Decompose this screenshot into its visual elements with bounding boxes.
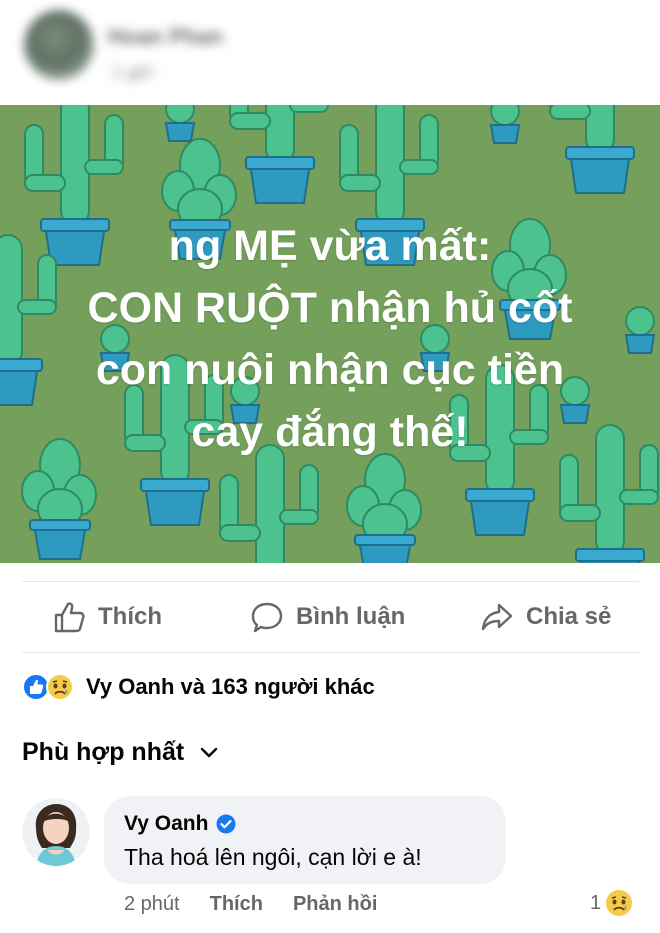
chevron-down-icon [201, 747, 218, 757]
post-text-line: con nuôi nhận cục tiền [95, 346, 565, 394]
thumbs-up-icon [54, 602, 85, 633]
post-background-image[interactable]: ng MẸ vừa mất: CON RUỘT nhận hủ cốt con … [0, 105, 660, 563]
comment-meta: 2 phút Thích Phản hồi [124, 893, 407, 916]
comment-sort-dropdown[interactable]: Phù hợp nhất [22, 738, 218, 767]
commenter-avatar[interactable] [22, 798, 90, 866]
post-header: Hoan Phan 1 giờ · [0, 0, 660, 105]
avatar-image [22, 798, 90, 866]
comment-text: Tha hoá lên ngôi, cạn lời e à! [124, 844, 422, 870]
post-text: ng MẸ vừa mất: CON RUỘT nhận hủ cốt con … [0, 215, 660, 463]
share-label: Chia sẻ [526, 603, 612, 630]
comment-icon [251, 602, 283, 633]
comment-label: Bình luận [296, 603, 406, 630]
comment-like-button[interactable]: Thích [210, 893, 263, 916]
author-name[interactable]: Hoan Phan [108, 24, 223, 50]
sad-icon [606, 890, 633, 916]
sort-label: Phù hợp nhất [22, 738, 185, 766]
like-button[interactable]: Thích [52, 582, 162, 652]
share-button[interactable]: Chia sẻ [480, 582, 611, 652]
facebook-post-screen: Hoan Phan 1 giờ · ng MẸ vừa mất: CON RUỘ… [0, 0, 660, 933]
comment-reaction-count[interactable]: 1 [590, 889, 633, 917]
like-label: Thích [98, 603, 162, 630]
post-timestamp: 1 giờ · [112, 62, 164, 82]
action-bar: Thích Bình luận Chia sẻ [22, 582, 639, 652]
verified-badge-icon [216, 814, 236, 834]
comment-reply-button[interactable]: Phản hồi [293, 893, 377, 916]
divider [22, 652, 639, 653]
comment-bubble[interactable]: Vy Oanh Tha hoá lên ngôi, cạn lời e à! [104, 796, 506, 884]
commenter-name[interactable]: Vy Oanh [124, 812, 208, 836]
comment-button[interactable]: Bình luận [250, 582, 405, 652]
sad-icon [46, 673, 74, 701]
post-text-line: ng MẸ vừa mất: [168, 222, 492, 270]
commenter-name-row: Vy Oanh [124, 812, 236, 836]
share-icon [481, 603, 513, 631]
reaction-summary[interactable]: Vy Oanh và 163 người khác [22, 672, 375, 702]
comment-reaction-number: 1 [590, 891, 602, 914]
comment-time: 2 phút [124, 893, 180, 915]
reaction-summary-text: Vy Oanh và 163 người khác [86, 674, 375, 699]
author-avatar[interactable] [24, 10, 94, 80]
reaction-icons [22, 672, 78, 702]
post-text-line: cay đắng thế! [191, 408, 469, 456]
post-text-line: CON RUỘT nhận hủ cốt [87, 284, 573, 332]
